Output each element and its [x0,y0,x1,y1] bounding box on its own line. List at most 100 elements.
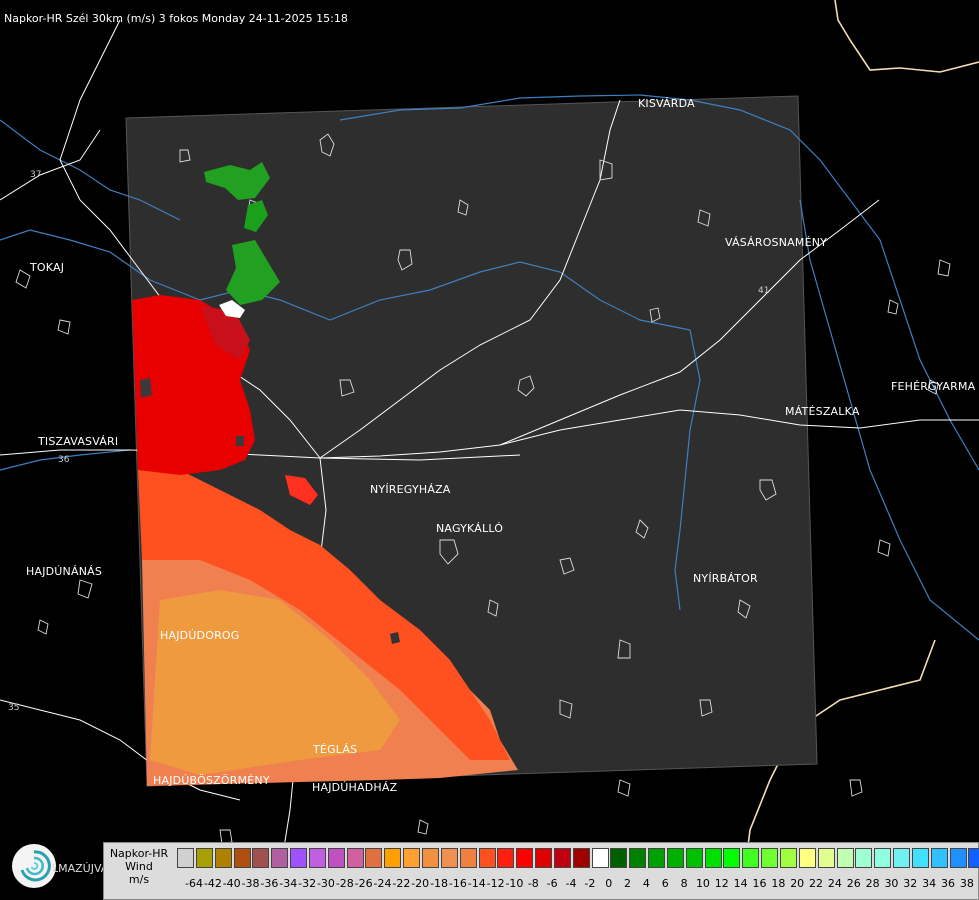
legend-swatch [949,848,967,868]
legend-tick-label: 24 [827,877,842,890]
wind-legend: Napkor-HR Wind m/s -64 -42 -4 0 -38 -36 -34 -32… [103,842,979,900]
road-number-label: 35 [8,703,19,713]
legend-swatch [497,848,515,868]
legend-swatch [874,848,892,868]
legend-tick-label: 12 [714,877,729,890]
legend-swatch [629,848,647,868]
legend-swatch [346,848,364,868]
map-title: Napkor-HR Szél 30km (m/s) 3 fokos Monday… [4,12,348,25]
legend-tick-label: 6 [661,877,669,890]
legend-tick-label: 2 [624,877,632,890]
city-label: TÉGLÁS [313,743,358,756]
legend-tick-label: -64 [185,877,203,890]
napkor-logo-icon [12,844,56,888]
legend-tick-label: 20 [790,877,805,890]
city-label: KISVÁRDA [638,97,695,110]
legend-swatches [177,848,979,868]
legend-tick-label: 0 [605,877,613,890]
legend-tick-label: -8 [527,877,539,890]
legend-swatch [968,848,979,868]
legend-tick-label: 18 [771,877,786,890]
legend-swatch [666,848,684,868]
legend-swatch [195,848,213,868]
legend-title-line: Wind [125,860,153,873]
legend-tick-label: -14 [467,877,486,890]
legend-swatch [930,848,948,868]
swirl-icon [14,846,54,886]
legend-tick-label: -32 [298,877,317,890]
legend-swatch [384,848,402,868]
legend-tick-label: -36 [260,877,279,890]
legend-swatch [723,848,741,868]
legend-tick-label: 22 [809,877,824,890]
legend-tick-label: 38 [959,877,974,890]
legend-tick-label: -28 [335,877,354,890]
legend-tick-label: 32 [903,877,918,890]
legend-tick-label: -4 [565,877,577,890]
legend-tick-label: 14 [733,877,748,890]
city-label: VÁSÁROSNAMÉNY [725,236,828,249]
legend-swatch [440,848,458,868]
legend-tick-label: 26 [846,877,861,890]
legend-swatch [836,848,854,868]
legend-tick-label: 28 [865,877,880,890]
legend-tick-label: -24 [373,877,392,890]
legend-swatch [704,848,722,868]
legend-swatch [761,848,779,868]
legend-tick-label: 30 [884,877,899,890]
road-number-label: 41 [758,286,769,296]
legend-swatch [327,848,345,868]
legend-title: Napkor-HR Wind m/s [104,847,174,886]
map-canvas[interactable]: 41 36 35 37 [0,0,979,900]
legend-tick-label: -6 [546,877,558,890]
legend-swatch [798,848,816,868]
legend-tick-label: -38 [241,877,260,890]
legend-swatch [553,848,571,868]
legend-swatch [648,848,666,868]
legend-swatch [855,848,873,868]
legend-tick-label: -30 [316,877,335,890]
legend-tick-label: -34 [279,877,298,890]
legend-swatch [535,848,553,868]
city-label: HAJDÚBÖSZÖRMÉNY [153,774,270,787]
legend-swatch [610,848,628,868]
legend-tick-label: -10 [505,877,524,890]
wind-cell [236,436,244,446]
legend-swatch [685,848,703,868]
legend-tick-label: -20 [411,877,430,890]
legend-tick-label: 16 [752,877,767,890]
legend-swatch [214,848,232,868]
city-label: MÁTÉSZALKA [785,405,860,418]
legend-swatch [459,848,477,868]
legend-swatch [893,848,911,868]
legend-title-line: Napkor-HR [109,847,169,860]
city-label: HAJDÚNÁNÁS [26,565,103,578]
city-label: TISZAVASVÁRI [38,435,119,448]
legend-swatch [572,848,590,868]
legend-swatch [911,848,929,868]
legend-tick-label: -26 [354,877,373,890]
city-label: NYÍREGYHÁZA [370,483,451,496]
city-label: HAJDÚHADHÁZ [312,781,398,794]
wind-cell [140,378,152,398]
legend-tick-label: -22 [392,877,411,890]
city-label: TOKAJ [30,261,65,274]
legend-tick-label: 36 [941,877,955,890]
legend-swatch [271,848,289,868]
city-label: HAJDÚDOROG [160,629,240,642]
legend-tick-label: -18 [430,877,449,890]
legend-swatch [742,848,760,868]
legend-tick-label: -12 [486,877,505,890]
legend-tick-label: -42 [203,877,222,890]
legend-swatch [403,848,421,868]
legend-swatch [516,848,534,868]
legend-tick-label: 10 [695,877,710,890]
city-label: NYÍRBÁTOR [693,572,758,585]
legend-swatch [591,848,609,868]
city-label: FEHÉRGYARMA [891,380,976,393]
legend-swatch [233,848,251,868]
legend-swatch [478,848,496,868]
legend-swatch [780,848,797,868]
legend-tick-label: -16 [448,877,467,890]
road-number-label: 36 [58,455,70,465]
